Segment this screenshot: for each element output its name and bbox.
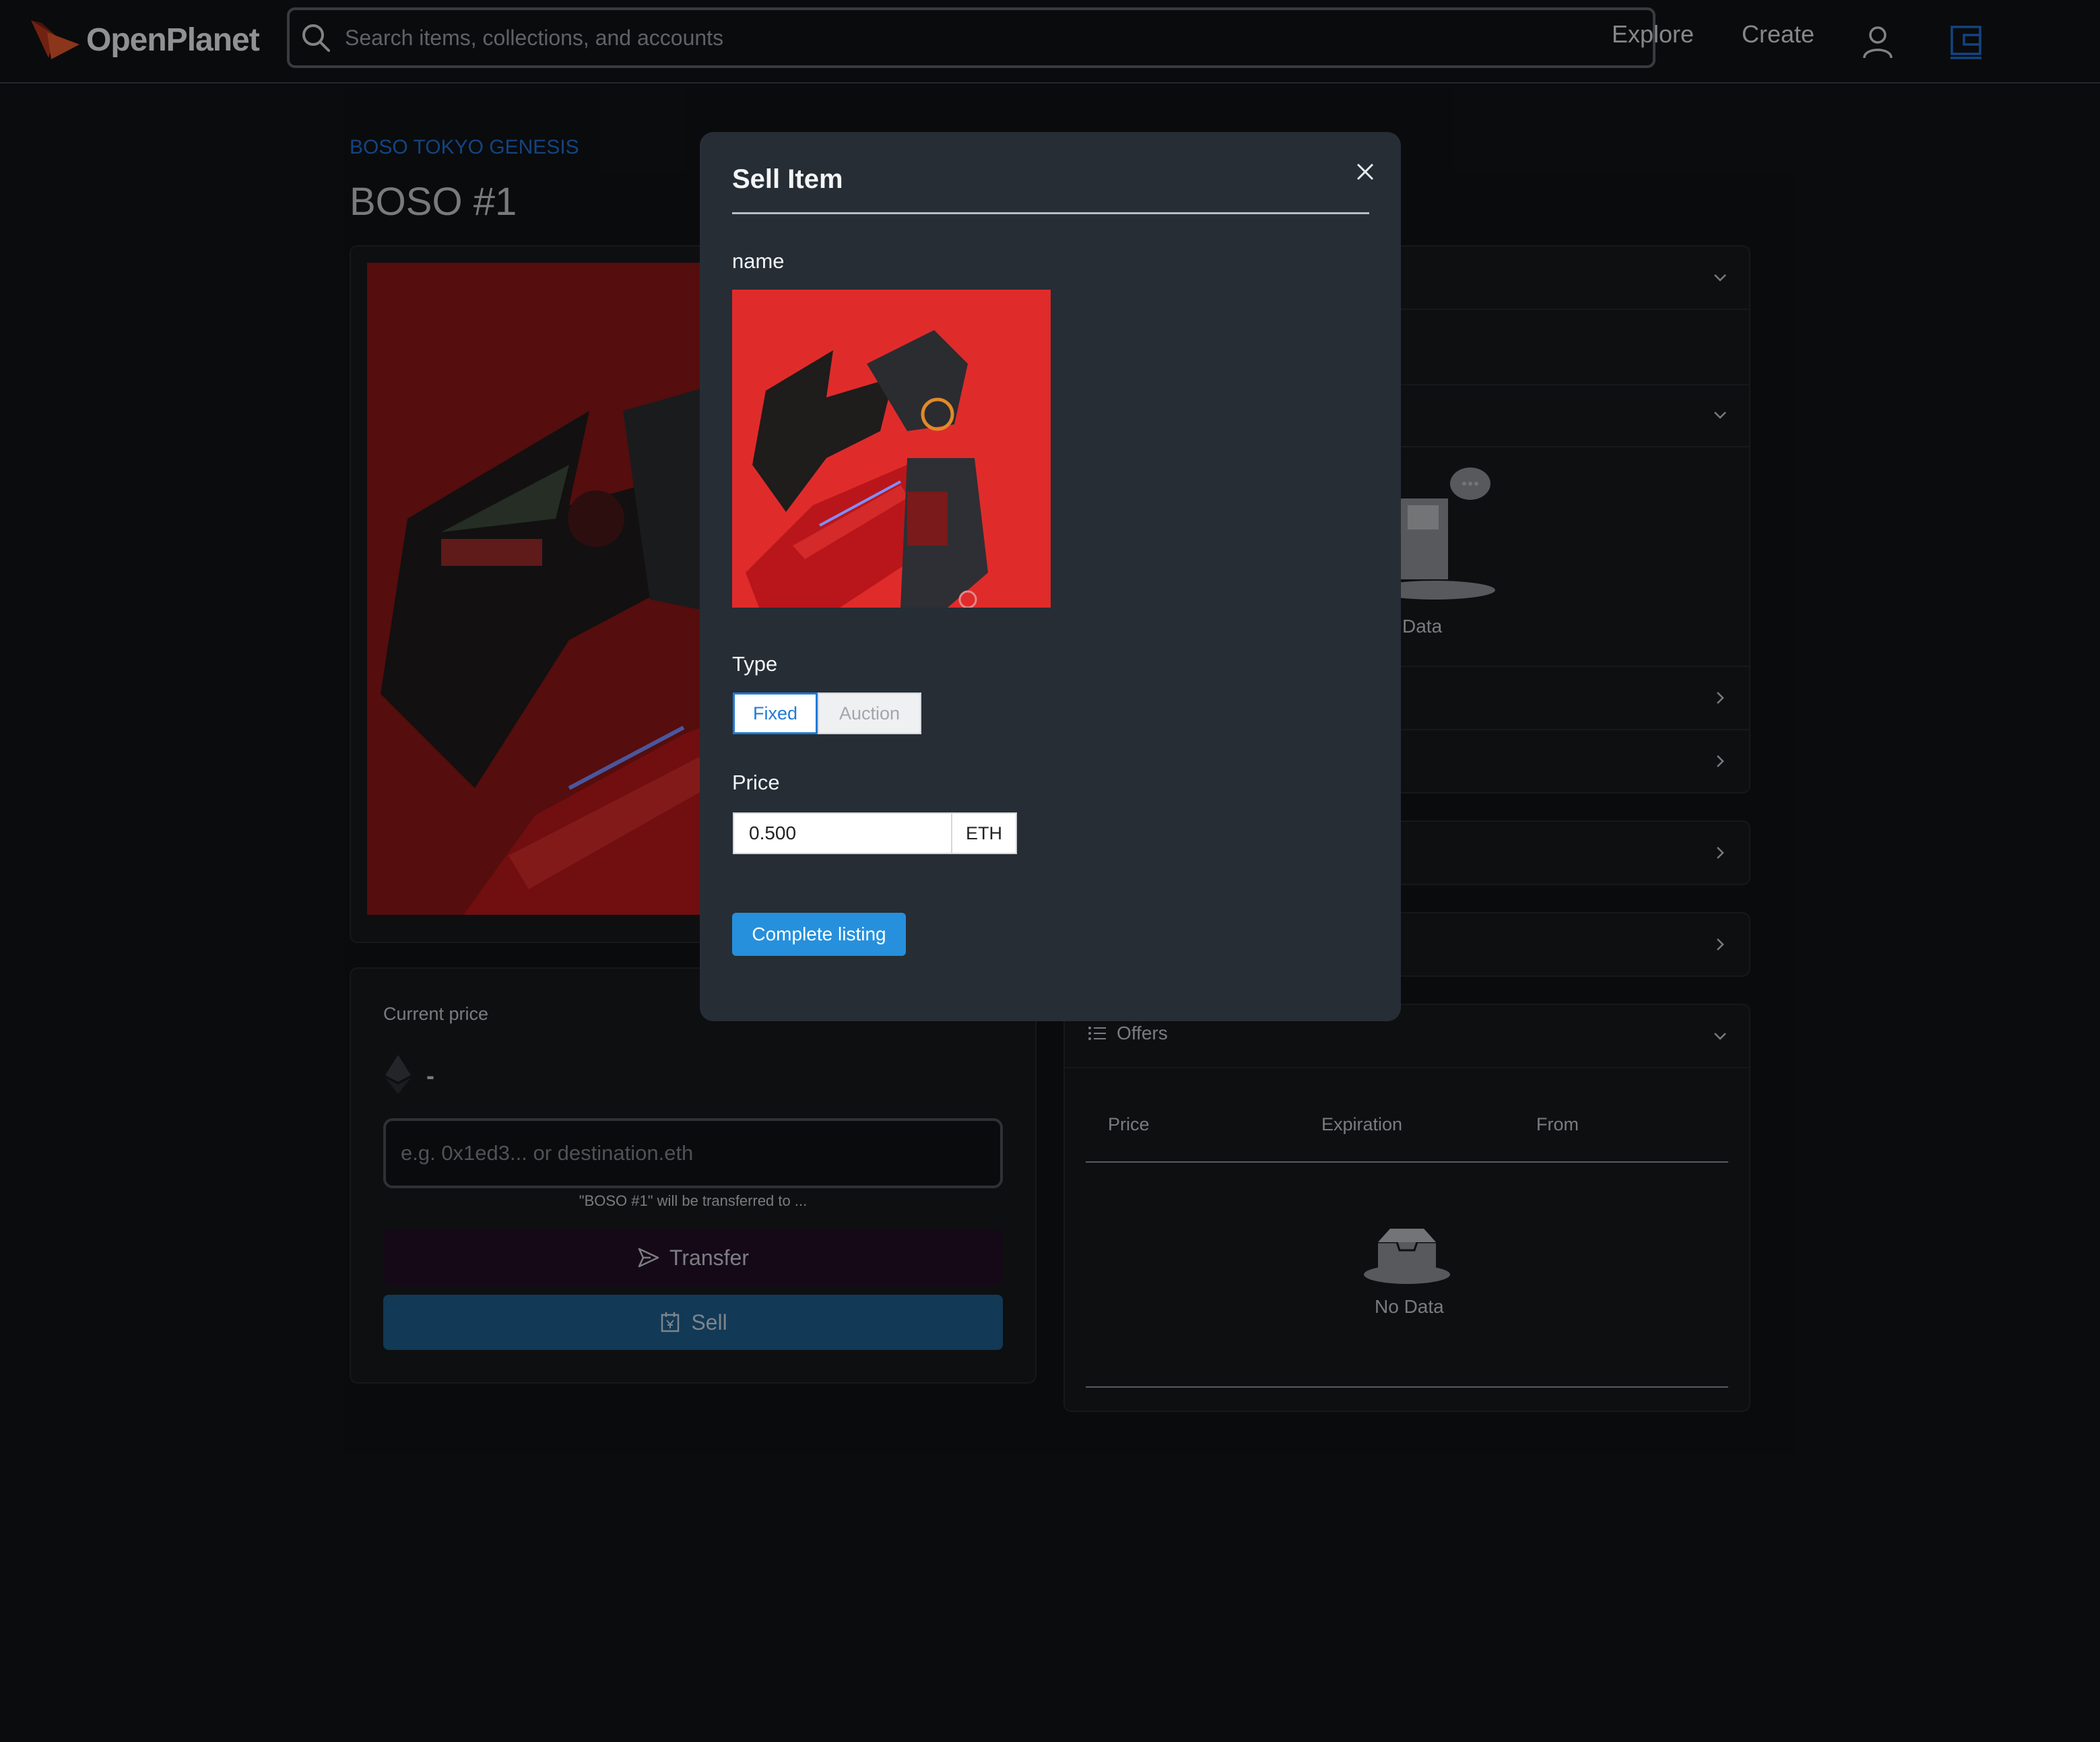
- price-label: Price: [732, 771, 780, 794]
- close-icon[interactable]: [1352, 159, 1378, 185]
- item-thumbnail: [732, 290, 1051, 608]
- complete-listing-button[interactable]: Complete listing: [732, 913, 906, 956]
- type-label: Type: [732, 652, 778, 676]
- type-option-auction[interactable]: Auction: [818, 692, 921, 734]
- price-input[interactable]: [733, 812, 952, 854]
- modal-divider: [732, 212, 1369, 214]
- name-label: name: [732, 249, 785, 273]
- type-option-fixed[interactable]: Fixed: [733, 692, 818, 734]
- modal-title: Sell Item: [732, 164, 843, 194]
- price-unit: ETH: [952, 812, 1017, 854]
